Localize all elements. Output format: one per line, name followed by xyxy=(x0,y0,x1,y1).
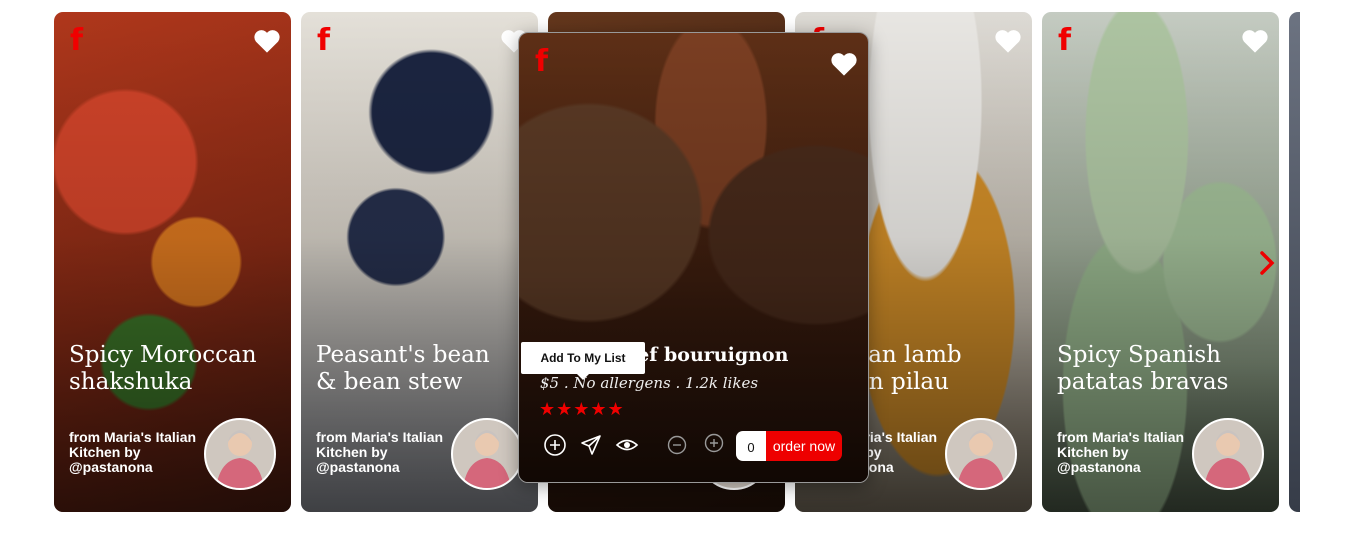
plus-circle-icon[interactable] xyxy=(543,433,567,457)
recipe-card[interactable]: f Spicy Spanish patatas bravas from Mari… xyxy=(1042,12,1279,512)
avatar[interactable] xyxy=(204,418,276,490)
add-to-list-tooltip: Add To My List xyxy=(521,342,645,380)
chevron-right-icon[interactable] xyxy=(1258,250,1276,276)
order-now-button[interactable]: order now xyxy=(766,431,842,461)
heart-icon[interactable] xyxy=(994,28,1022,54)
recipe-card[interactable]: f Peasant's bean & bean stew from Maria'… xyxy=(301,12,538,512)
recipe-card-partial[interactable] xyxy=(1289,12,1300,512)
brand-logo: f xyxy=(70,23,84,58)
recipe-title[interactable]: Peasant's bean & bean stew xyxy=(316,342,516,396)
quantity-field[interactable]: 0 xyxy=(736,431,766,461)
heart-icon[interactable] xyxy=(1241,28,1269,54)
recipe-meta: $5 . No allergens . 1.2k likes xyxy=(540,374,759,392)
send-icon[interactable] xyxy=(579,433,603,457)
heart-icon[interactable] xyxy=(253,28,281,54)
recipe-source: from Maria's Italian Kitchen by @pastano… xyxy=(69,429,197,475)
brand-logo: f xyxy=(1058,23,1072,58)
recipe-title[interactable]: Spicy Moroccan shakshuka xyxy=(69,342,269,396)
minus-circle-icon[interactable] xyxy=(667,435,687,455)
plus-circle-icon[interactable] xyxy=(704,433,724,453)
recipe-card-expanded[interactable]: f Beef bouruignon Add To My List $5 . No… xyxy=(518,32,869,483)
rating-stars: ★★★★★ xyxy=(539,399,625,420)
avatar[interactable] xyxy=(451,418,523,490)
recipe-source: from Maria's Italian Kitchen by @pastano… xyxy=(316,429,444,475)
recipe-title[interactable]: Spicy Spanish patatas bravas xyxy=(1057,342,1257,396)
brand-logo: f xyxy=(317,23,331,58)
avatar[interactable] xyxy=(1192,418,1264,490)
brand-logo: f xyxy=(535,44,549,79)
recipe-card[interactable]: f Spicy Moroccan shakshuka from Maria's … xyxy=(54,12,291,512)
eye-icon[interactable] xyxy=(615,433,639,457)
avatar[interactable] xyxy=(945,418,1017,490)
heart-icon[interactable] xyxy=(830,51,858,77)
recipe-image xyxy=(1289,12,1300,512)
recipe-source: from Maria's Italian Kitchen by @pastano… xyxy=(1057,429,1185,475)
